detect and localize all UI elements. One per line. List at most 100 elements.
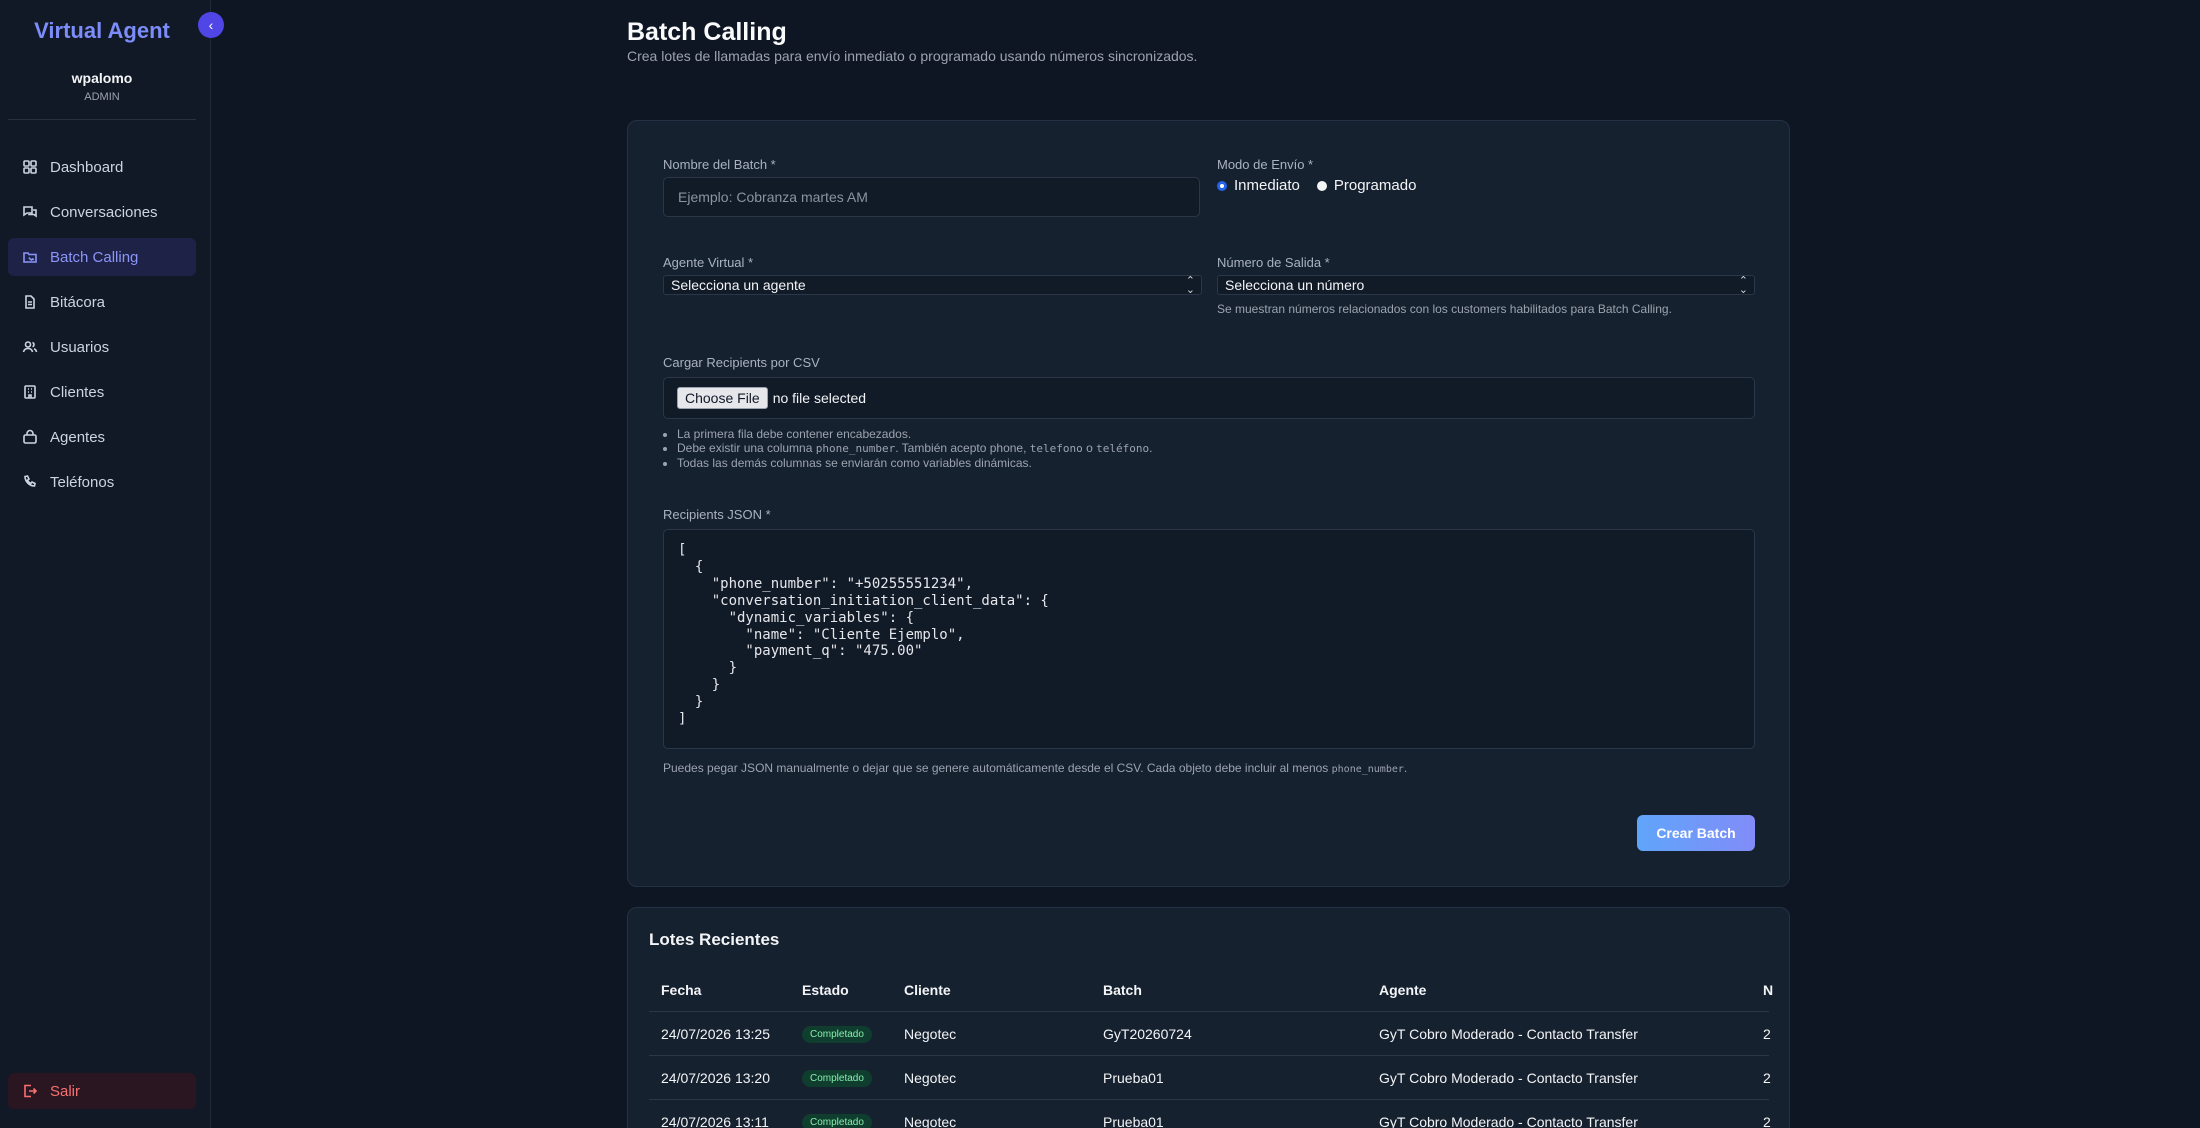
status-badge: Completado [802,1113,872,1128]
sidebar: Virtual Agent wpalomo ADMIN Dashboard Co… [0,0,211,1128]
json-hint: Puedes pegar JSON manualmente o dejar qu… [663,761,1407,775]
batch-name-input[interactable] [663,177,1200,217]
sidebar-item-label: Bitácora [50,293,106,311]
cell-extra: 2 [1763,1114,1771,1128]
csv-hint-text: Debe existir una columna [677,441,816,455]
number-select-value: Selecciona un número [1225,277,1365,293]
user-block: wpalomo ADMIN [0,70,204,103]
csv-hint-text: . También acepto phone, [895,441,1030,455]
sidebar-item-label: Teléfonos [50,473,115,491]
csv-hint-code: telefono [1029,442,1083,455]
cell-cliente: Negotec [904,1026,957,1042]
grid-icon [22,159,38,175]
section-title: Lotes Recientes [649,930,780,949]
mode-option-inmediato[interactable]: Inmediato [1234,177,1300,194]
file-status: no file selected [772,390,867,406]
cell-agente: GyT Cobro Moderado - Contacto Transfer [1379,1114,1638,1128]
logout-label: Salir [50,1082,81,1100]
batch-name-label: Nombre del Batch * [663,157,776,172]
brand-logo[interactable]: Virtual Agent [0,18,204,44]
mode-radio-inmediato[interactable] [1217,180,1227,191]
column-cliente[interactable]: Cliente [904,968,951,1012]
logout-button[interactable]: Salir [8,1073,196,1109]
cell-agente: GyT Cobro Moderado - Contacto Transfer [1379,1026,1638,1042]
sidebar-item-label: Clientes [50,383,105,401]
cell-cliente: Negotec [904,1070,957,1086]
sidebar-item-telefonos[interactable]: Teléfonos [8,463,196,501]
column-fecha[interactable]: Fecha [661,968,701,1012]
csv-hint-dynamic: Todas las demás columnas se enviarán com… [677,456,1152,470]
sidebar-item-usuarios[interactable]: Usuarios [8,328,196,366]
mode-option-programado[interactable]: Programado [1334,177,1417,194]
sidebar-item-clientes[interactable]: Clientes [8,373,196,411]
cell-agente: GyT Cobro Moderado - Contacto Transfer [1379,1070,1638,1086]
cell-extra: 2 [1763,1026,1771,1042]
cell-batch: Prueba01 [1103,1114,1164,1128]
users-icon [22,339,38,355]
column-estado[interactable]: Estado [802,968,849,1012]
json-hint-code: phone_number [1331,764,1404,775]
table-row[interactable]: 24/07/2026 13:11 Completado Negotec Prue… [649,1100,1771,1128]
number-select[interactable]: Selecciona un número ⌃ ⌄ [1217,275,1755,296]
agent-select[interactable]: Selecciona un agente ⌃ ⌄ [663,275,1202,296]
user-name: wpalomo [71,70,133,86]
logout-icon [22,1083,38,1099]
number-hint: Se muestran números relacionados con los… [1217,302,1672,316]
csv-hints: La primera fila debe contener encabezado… [663,427,1152,470]
recent-batches-card: Lotes Recientes Fecha Estado Cliente Bat… [627,907,1790,1128]
cell-extra: 2 [1763,1070,1771,1086]
page-subtitle: Crea lotes de llamadas para envío inmedi… [627,48,1198,64]
cell-batch: GyT20260724 [1103,1026,1192,1042]
folder-phone-icon [22,249,38,265]
page-title: Batch Calling [627,18,787,46]
building-icon [22,384,38,400]
csv-hint-text: o [1082,441,1097,455]
column-batch[interactable]: Batch [1103,968,1142,1012]
collapse-sidebar-button[interactable]: ‹ [198,12,224,38]
cell-fecha: 24/07/2026 13:25 [661,1026,770,1042]
create-batch-button[interactable]: Crear Batch [1637,815,1755,851]
csv-hint-text: . [1149,441,1153,455]
cell-cliente: Negotec [904,1114,957,1128]
sidebar-item-label: Agentes [50,428,106,446]
sidebar-item-batch-calling[interactable]: Batch Calling [8,238,196,276]
sidebar-item-label: Dashboard [50,158,124,176]
choose-file-button[interactable]: Choose File [677,387,768,409]
cell-estado: Completado [802,1056,872,1100]
recipients-json-textarea[interactable]: [ { "phone_number": "+50255551234", "con… [663,529,1755,749]
phone-icon [22,474,38,490]
sidebar-item-agentes[interactable]: Agentes [8,418,196,456]
chat-icon [22,204,38,220]
csv-label: Cargar Recipients por CSV [663,355,820,370]
sidebar-item-bitacora[interactable]: Bitácora [8,283,196,321]
csv-hint-headers: La primera fila debe contener encabezado… [677,427,1152,441]
csv-hint-code: teléfono [1096,442,1150,455]
cell-fecha: 24/07/2026 13:20 [661,1070,770,1086]
table-row[interactable]: 24/07/2026 13:20 Completado Negotec Prue… [649,1056,1771,1100]
cell-estado: Completado [802,1100,872,1128]
table-header: Fecha Estado Cliente Batch Agente N [649,968,1773,1012]
status-badge: Completado [802,1025,872,1043]
sidebar-item-label: Conversaciones [50,203,158,221]
number-label: Número de Salida * [1217,255,1330,270]
updown-icon: ⌃ ⌄ [1185,275,1195,296]
mode-radio-group: Inmediato Programado [1217,177,1416,194]
column-agente[interactable]: Agente [1379,968,1426,1012]
updown-icon: ⌃ ⌄ [1738,275,1748,296]
sidebar-item-dashboard[interactable]: Dashboard [8,148,196,186]
mode-radio-programado[interactable] [1316,180,1327,191]
recent-batches-table: Fecha Estado Cliente Batch Agente N 24/0… [649,968,1773,1128]
json-hint-text: . [1403,761,1408,775]
mode-label: Modo de Envío * [1217,157,1314,172]
json-hint-text: Puedes pegar JSON manualmente o dejar qu… [663,761,1332,775]
status-badge: Completado [802,1069,872,1087]
cell-fecha: 24/07/2026 13:11 [661,1114,769,1128]
document-icon [22,294,38,310]
agent-select-value: Selecciona un agente [671,277,806,293]
csv-hint-code: phone_number [815,442,896,455]
csv-file-input[interactable]: Choose File no file selected [663,377,1755,419]
sidebar-divider [8,119,196,120]
sidebar-item-conversaciones[interactable]: Conversaciones [8,193,196,231]
column-extra[interactable]: N [1763,968,1773,1012]
table-row[interactable]: 24/07/2026 13:25 Completado Negotec GyT2… [649,1012,1771,1056]
